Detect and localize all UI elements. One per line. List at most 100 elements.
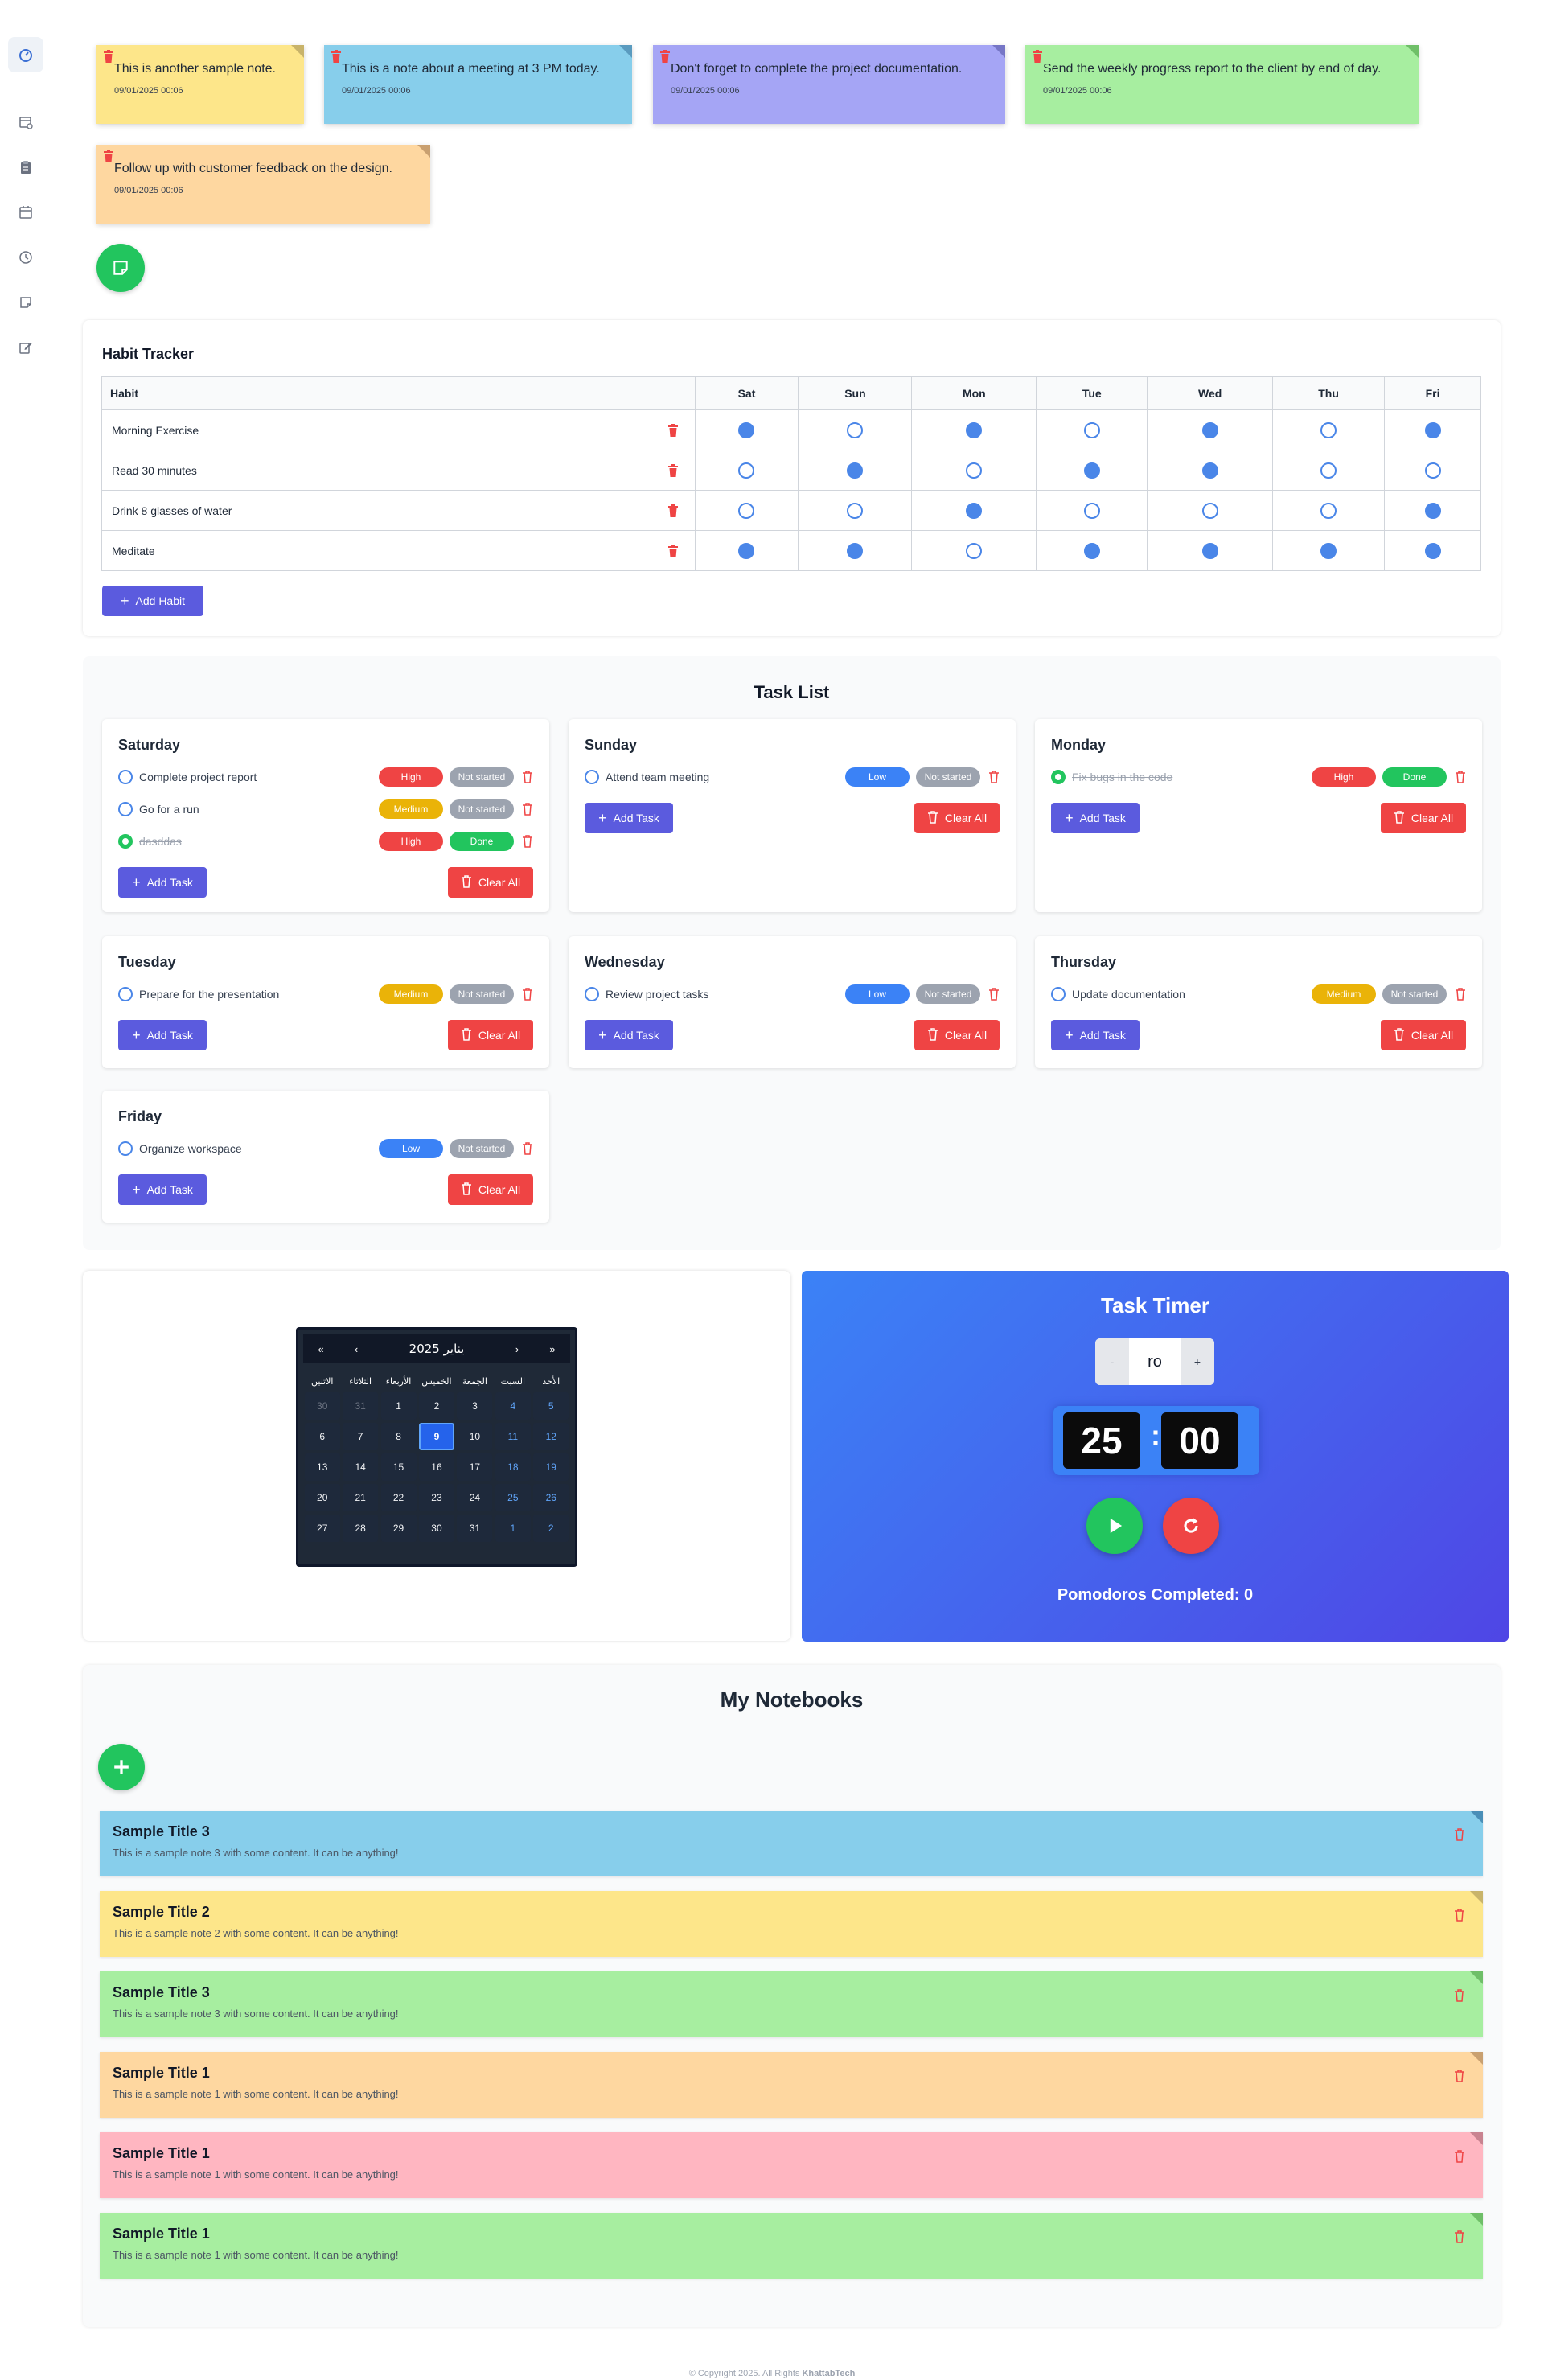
priority-badge[interactable]: Low xyxy=(845,984,910,1004)
habit-check-radio[interactable] xyxy=(738,421,755,438)
priority-badge[interactable]: Medium xyxy=(379,799,443,819)
calendar-day[interactable]: 15 xyxy=(380,1452,417,1482)
trash-icon[interactable] xyxy=(1454,1989,1465,2002)
habit-check-radio[interactable] xyxy=(847,421,864,438)
reset-button[interactable] xyxy=(1163,1498,1219,1554)
habit-check-radio[interactable] xyxy=(1320,542,1337,559)
clock-icon[interactable] xyxy=(8,240,43,275)
sticky-note[interactable]: This is another sample note. 09/01/2025 … xyxy=(96,45,304,124)
trash-icon[interactable] xyxy=(103,50,114,63)
status-badge[interactable]: Not started xyxy=(450,1139,514,1158)
priority-badge[interactable]: High xyxy=(379,832,443,851)
calendar-day[interactable]: 24 xyxy=(456,1482,494,1513)
calendar-day[interactable]: 5 xyxy=(532,1391,570,1421)
habit-check-radio[interactable] xyxy=(1083,542,1100,559)
notebook-item[interactable]: Sample Title 3 This is a sample note 3 w… xyxy=(100,1971,1483,2037)
habit-check-radio[interactable] xyxy=(1083,462,1100,479)
priority-badge[interactable]: High xyxy=(379,767,443,787)
calendar-day[interactable]: 6 xyxy=(303,1421,341,1452)
clear-all-button[interactable]: Clear All xyxy=(1381,803,1466,833)
priority-badge[interactable]: Low xyxy=(379,1139,443,1158)
clear-all-button[interactable]: Clear All xyxy=(448,1020,533,1050)
next-month-button[interactable]: › xyxy=(499,1343,535,1355)
habit-check-radio[interactable] xyxy=(1424,462,1441,479)
clear-all-button[interactable]: Clear All xyxy=(914,803,1000,833)
trash-icon[interactable] xyxy=(988,771,1000,783)
clear-all-button[interactable]: Clear All xyxy=(448,1174,533,1205)
task-checkbox[interactable] xyxy=(118,987,133,1001)
calendar-day[interactable]: 31 xyxy=(456,1513,494,1544)
add-task-button[interactable]: + Add Task xyxy=(1051,1020,1140,1050)
calendar-day[interactable]: 2 xyxy=(532,1513,570,1544)
calendar-day[interactable]: 7 xyxy=(341,1421,379,1452)
habit-check-radio[interactable] xyxy=(1424,421,1441,438)
notebook-item[interactable]: Sample Title 3 This is a sample note 3 w… xyxy=(100,1811,1483,1876)
habit-check-radio[interactable] xyxy=(1424,542,1441,559)
sticky-note-icon[interactable] xyxy=(8,285,43,320)
status-badge[interactable]: Not started xyxy=(450,799,514,819)
add-notebook-button[interactable] xyxy=(98,1744,145,1790)
habit-check-radio[interactable] xyxy=(738,462,755,479)
priority-badge[interactable]: Medium xyxy=(1312,984,1376,1004)
trash-icon[interactable] xyxy=(659,50,671,63)
calendar-day[interactable]: 8 xyxy=(380,1421,417,1452)
habit-check-radio[interactable] xyxy=(966,502,983,519)
task-checkbox[interactable] xyxy=(585,770,599,784)
habit-check-radio[interactable] xyxy=(847,502,864,519)
habit-check-radio[interactable] xyxy=(1201,502,1218,519)
next-year-button[interactable]: » xyxy=(535,1343,570,1355)
notebook-item[interactable]: Sample Title 1 This is a sample note 1 w… xyxy=(100,2052,1483,2118)
trash-icon[interactable] xyxy=(1454,2150,1465,2163)
task-checkbox[interactable] xyxy=(118,834,133,849)
calendar-day[interactable]: 26 xyxy=(532,1482,570,1513)
trash-icon[interactable] xyxy=(1454,1828,1465,1841)
calendar-day[interactable]: 20 xyxy=(303,1482,341,1513)
status-badge[interactable]: Not started xyxy=(916,984,980,1004)
habit-check-radio[interactable] xyxy=(847,542,864,559)
calendar-day[interactable]: 18 xyxy=(494,1452,532,1482)
stepper-value[interactable]: ro xyxy=(1129,1338,1181,1385)
trash-icon[interactable] xyxy=(667,504,679,517)
add-task-button[interactable]: + Add Task xyxy=(585,1020,673,1050)
calendar-day[interactable]: 31 xyxy=(341,1391,379,1421)
calendar-day[interactable]: 30 xyxy=(417,1513,455,1544)
priority-badge[interactable]: High xyxy=(1312,767,1376,787)
habit-check-radio[interactable] xyxy=(1201,542,1218,559)
calendar-day[interactable]: 22 xyxy=(380,1482,417,1513)
task-checkbox[interactable] xyxy=(118,1141,133,1156)
habit-check-radio[interactable] xyxy=(1201,462,1218,479)
sticky-note[interactable]: Follow up with customer feedback on the … xyxy=(96,145,430,224)
status-badge[interactable]: Not started xyxy=(450,984,514,1004)
task-checkbox[interactable] xyxy=(118,802,133,816)
clear-all-button[interactable]: Clear All xyxy=(914,1020,1000,1050)
status-badge[interactable]: Done xyxy=(1382,767,1447,787)
task-checkbox[interactable] xyxy=(1051,987,1066,1001)
status-badge[interactable]: Not started xyxy=(1382,984,1447,1004)
trash-icon[interactable] xyxy=(667,424,679,437)
calendar-day[interactable]: 4 xyxy=(494,1391,532,1421)
calendar-day[interactable]: 1 xyxy=(380,1391,417,1421)
trash-icon[interactable] xyxy=(522,803,533,816)
priority-badge[interactable]: Low xyxy=(845,767,910,787)
calendar-day[interactable]: 19 xyxy=(532,1452,570,1482)
trash-icon[interactable] xyxy=(1455,771,1466,783)
trash-icon[interactable] xyxy=(988,988,1000,1001)
decrement-button[interactable]: - xyxy=(1095,1338,1129,1385)
sticky-note[interactable]: This is a note about a meeting at 3 PM t… xyxy=(324,45,632,124)
calendar-day-today[interactable]: 9 xyxy=(417,1421,455,1452)
start-button[interactable] xyxy=(1086,1498,1143,1554)
note-text[interactable]: Send the weekly progress report to the c… xyxy=(1043,61,1406,76)
note-text[interactable]: This is another sample note. xyxy=(114,61,291,76)
calendar-day[interactable]: 29 xyxy=(380,1513,417,1544)
calendar-day[interactable]: 11 xyxy=(494,1421,532,1452)
calendar-day[interactable]: 2 xyxy=(417,1391,455,1421)
habit-check-radio[interactable] xyxy=(1320,502,1337,519)
dashboard-icon[interactable] xyxy=(8,37,43,72)
notebook-item[interactable]: Sample Title 1 This is a sample note 1 w… xyxy=(100,2132,1483,2198)
habit-check-radio[interactable] xyxy=(966,421,983,438)
calendar-day[interactable]: 1 xyxy=(494,1513,532,1544)
footer-brand[interactable]: KhattabTech xyxy=(802,2369,855,2378)
clipboard-icon[interactable] xyxy=(8,150,43,185)
habit-check-radio[interactable] xyxy=(738,502,755,519)
calendar-day[interactable]: 27 xyxy=(303,1513,341,1544)
